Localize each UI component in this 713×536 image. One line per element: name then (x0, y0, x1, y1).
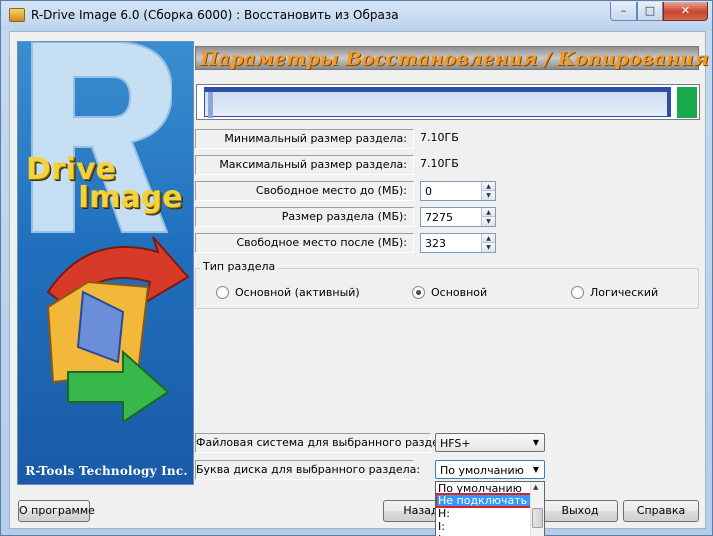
spin-down-icon[interactable]: ▼ (482, 243, 495, 252)
partition-map[interactable] (196, 84, 700, 120)
app-icon (9, 8, 25, 22)
radio-primary[interactable]: Основной (412, 286, 487, 299)
free-before-spinner[interactable]: 0 ▲ ▼ (420, 181, 496, 201)
scroll-up-icon[interactable]: ▲ (533, 483, 538, 491)
window-title: R-Drive Image 6.0 (Сборка 6000) : Восста… (31, 8, 399, 22)
min-size-label: Минимальный размер раздела: (195, 129, 414, 149)
free-before-value[interactable]: 0 (425, 185, 432, 198)
max-size-value: 7.10ГБ (420, 157, 459, 170)
free-after-label: Свободное место после (МБ): (195, 233, 414, 253)
banner-image-text: Image (78, 180, 183, 215)
filesystem-value: HFS+ (440, 437, 471, 450)
partition-type-title: Тип раздела (200, 260, 279, 273)
drive-letter-select[interactable]: По умолчанию ▼ (435, 460, 545, 479)
radio-logical[interactable]: Логический (571, 286, 658, 299)
free-after-spin-buttons: ▲ ▼ (481, 234, 495, 252)
partition-size-label: Размер раздела (МБ): (195, 207, 414, 227)
spin-up-icon[interactable]: ▲ (482, 234, 495, 243)
dropdown-option[interactable]: I: (436, 520, 532, 533)
partition-resize-handle-left[interactable] (208, 92, 213, 118)
radio-label: Логический (590, 286, 659, 299)
product-banner: Drive Image R-Tools Technology Inc. (17, 41, 194, 485)
help-button[interactable]: Справка (623, 500, 699, 522)
spin-up-icon[interactable]: ▲ (482, 182, 495, 191)
section-header: Параметры Восстановления / Копирования (195, 46, 709, 70)
close-button[interactable]: ✕ (663, 2, 708, 21)
title-bar[interactable]: R-Drive Image 6.0 (Сборка 6000) : Восста… (1, 1, 712, 31)
drive-letter-label: Буква диска для выбранного раздела: (195, 460, 420, 480)
spin-up-icon[interactable]: ▲ (482, 208, 495, 217)
free-space-block[interactable] (677, 87, 697, 118)
drive-letter-value: По умолчанию (440, 464, 524, 477)
spin-down-icon[interactable]: ▼ (482, 191, 495, 200)
radio-button-icon[interactable] (571, 286, 584, 299)
banner-footer-text: R-Tools Technology Inc. (25, 464, 188, 478)
about-button[interactable]: О программе (18, 500, 95, 522)
partition-resize-handle-right[interactable] (667, 87, 671, 117)
maximize-button[interactable]: □ (637, 2, 663, 21)
spin-down-icon[interactable]: ▼ (482, 217, 495, 226)
filesystem-select[interactable]: HFS+ ▼ (435, 433, 545, 452)
dialog-client-area: Drive Image R-Tools Technology Inc. Пара… (9, 31, 709, 536)
free-after-value[interactable]: 323 (425, 237, 446, 250)
radio-primary-active[interactable]: Основной (активный) (216, 286, 360, 299)
filesystem-label: Файловая система для выбранного раздела: (195, 433, 456, 453)
radio-button-selected-icon[interactable] (412, 286, 425, 299)
chevron-down-icon[interactable]: ▼ (533, 438, 539, 447)
min-size-value: 7.10ГБ (420, 131, 459, 144)
free-before-spin-buttons: ▲ ▼ (481, 182, 495, 200)
partition-size-spin-buttons: ▲ ▼ (481, 208, 495, 226)
main-window: R-Drive Image 6.0 (Сборка 6000) : Восста… (0, 0, 713, 536)
partition-size-spinner[interactable]: 7275 ▲ ▼ (420, 207, 496, 227)
section-title: Параметры Восстановления / Копирования (200, 48, 709, 70)
free-before-label: Свободное место до (МБ): (195, 181, 414, 201)
dropdown-option-highlighted[interactable]: Не подключать (436, 493, 533, 508)
folder-arrows-icon (46, 236, 190, 422)
partition-type-group: Тип раздела Основной (активный) Основной… (195, 260, 699, 309)
partition-size-value[interactable]: 7275 (425, 211, 453, 224)
scrollbar-thumb[interactable] (532, 508, 543, 528)
dropdown-scrollbar[interactable]: ▲ (530, 482, 544, 536)
radio-label: Основной (431, 286, 488, 299)
dropdown-option[interactable]: H: (436, 507, 532, 520)
radio-button-icon[interactable] (216, 286, 229, 299)
drive-letter-dropdown-list[interactable]: По умолчанию Не подключать H: I: J: ▲ (435, 481, 545, 536)
max-size-label: Максимальный размер раздела: (195, 155, 414, 175)
minimize-button[interactable]: – (610, 2, 637, 21)
free-after-spinner[interactable]: 323 ▲ ▼ (420, 233, 496, 253)
chevron-down-icon[interactable]: ▼ (533, 465, 539, 474)
partition-block-top-stripe (204, 87, 671, 92)
exit-button[interactable]: Выход (542, 500, 618, 522)
radio-label: Основной (активный) (235, 286, 360, 299)
